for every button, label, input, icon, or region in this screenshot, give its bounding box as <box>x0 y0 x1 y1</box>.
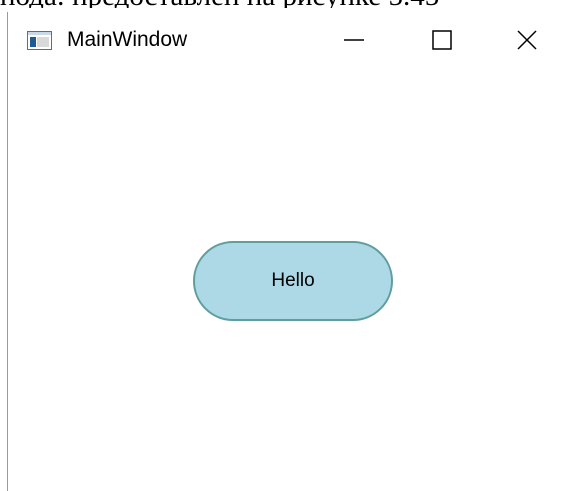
close-button[interactable] <box>485 12 569 68</box>
close-icon <box>517 30 537 50</box>
document-caption-fragment: нода: предоставлен на рисунке 5.45 <box>0 0 569 8</box>
maximize-icon <box>432 30 452 50</box>
minimize-button[interactable] <box>310 12 398 68</box>
maximize-button[interactable] <box>398 12 486 68</box>
window-client-area: Hello <box>8 68 569 491</box>
screenshot-page: нода: предоставлен на рисунке 5.45 MainW… <box>0 0 569 491</box>
main-window: MainWindow Hello <box>7 12 569 491</box>
window-app-icon <box>27 31 52 50</box>
title-bar[interactable]: MainWindow <box>8 12 569 68</box>
minimize-icon <box>344 39 364 41</box>
hello-button[interactable]: Hello <box>193 241 393 321</box>
window-title: MainWindow <box>67 28 188 51</box>
